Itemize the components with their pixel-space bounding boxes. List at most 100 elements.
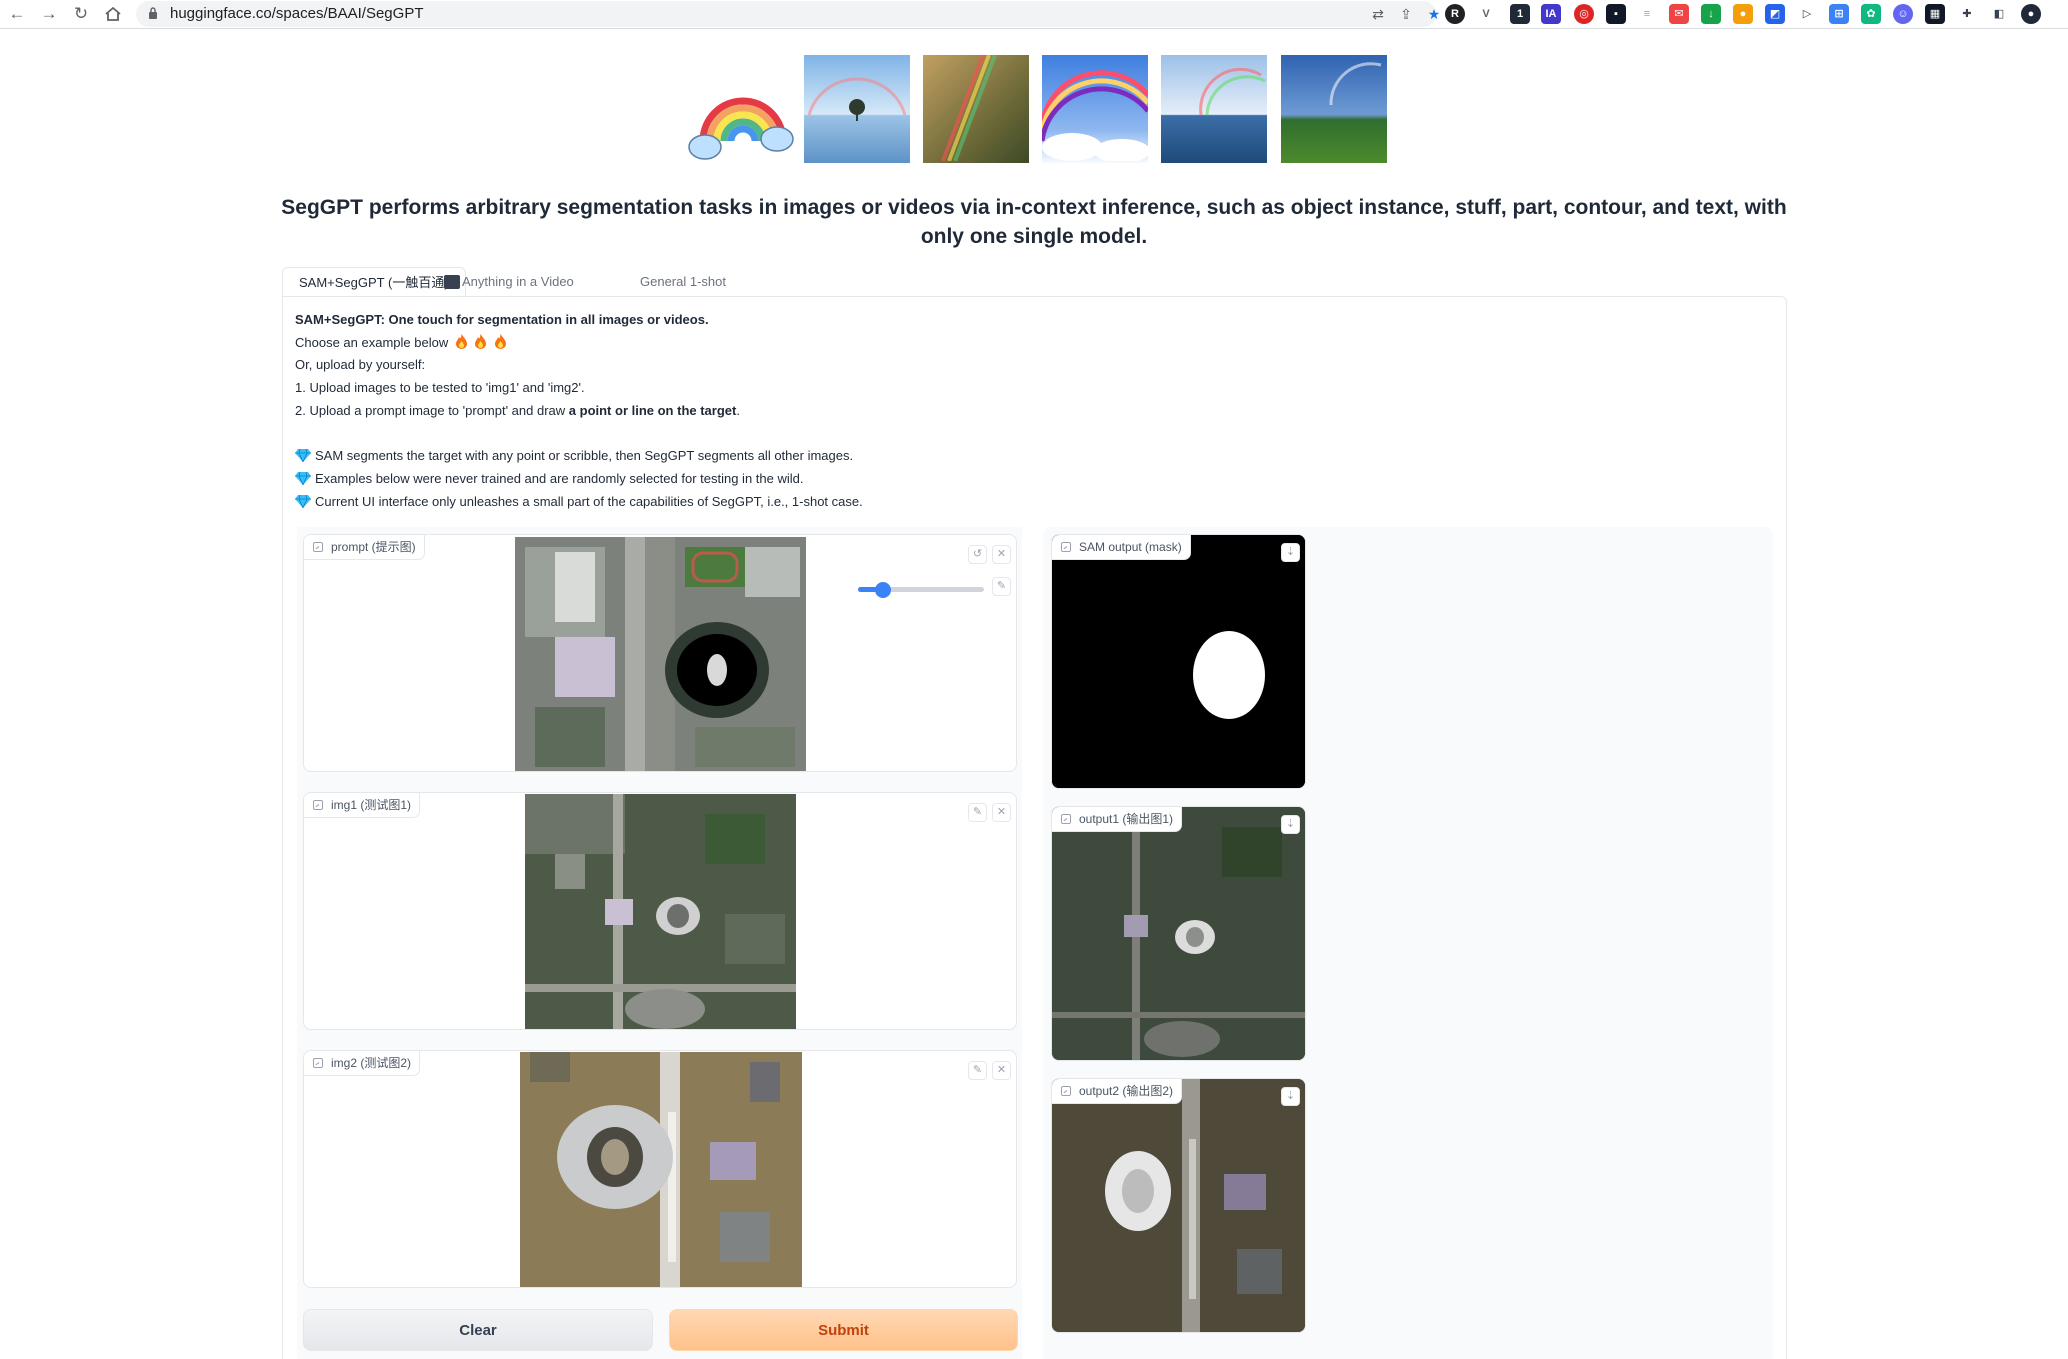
browser-toolbar: ← → ↻ huggingface.co/spaces/BAAI/SegGPT … — [0, 0, 2068, 29]
extension-grid-icon[interactable]: ⊞ — [1829, 4, 1849, 24]
output2-panel: output2 (输出图2) ⇣ — [1051, 1078, 1306, 1333]
extension-qr-icon[interactable]: ▦ — [1925, 4, 1945, 24]
output1-image — [1052, 807, 1305, 1060]
img1-image[interactable] — [525, 794, 796, 1029]
prompt-image[interactable] — [515, 537, 806, 771]
sam-mask-image — [1052, 535, 1305, 788]
close-icon[interactable]: ✕ — [992, 1061, 1011, 1080]
img1-label-text: img1 (测试图1) — [331, 798, 412, 812]
extension-crop-icon[interactable]: ◩ — [1765, 4, 1785, 24]
output2-label-text: output2 (输出图2) — [1079, 1084, 1174, 1098]
description-step2-bold: a point or line on the target — [568, 402, 737, 418]
banner-rainbow-tree — [804, 55, 910, 163]
clear-button[interactable]: Clear — [303, 1309, 653, 1351]
banner-rainbow-coast — [1281, 55, 1387, 163]
output2-label: output2 (输出图2) — [1052, 1079, 1183, 1104]
image-icon — [1061, 1086, 1071, 1096]
share-icon[interactable]: ⇪ — [1396, 4, 1416, 24]
img2-image[interactable] — [520, 1052, 802, 1287]
extension-r-icon[interactable]: R — [1445, 4, 1465, 24]
download-icon[interactable]: ⇣ — [1281, 543, 1300, 562]
close-icon[interactable]: ✕ — [992, 803, 1011, 822]
page-headline: SegGPT performs arbitrary segmentation t… — [281, 196, 1787, 248]
tab-general-1-shot[interactable]: General 1-shot — [624, 267, 742, 297]
prompt-label-text: prompt (提示图) — [331, 540, 416, 554]
submit-button[interactable]: Submit — [669, 1309, 1018, 1351]
prompt-panel[interactable]: prompt (提示图) ↺ ✕ ✎ — [303, 534, 1017, 772]
extension-1-icon[interactable]: 1 — [1510, 4, 1530, 24]
close-icon[interactable]: ✕ — [992, 545, 1011, 564]
extension-play-icon[interactable]: ▷ — [1797, 4, 1817, 24]
image-icon — [1061, 814, 1071, 824]
download-icon[interactable]: ⇣ — [1281, 1087, 1300, 1106]
image-icon — [1061, 542, 1071, 552]
translate-icon[interactable]: ⇄ — [1368, 4, 1388, 24]
profile-avatar[interactable]: ● — [2021, 4, 2041, 24]
img2-panel[interactable]: img2 (测试图2) ✎ ✕ — [303, 1050, 1017, 1288]
clapperboard-icon — [444, 275, 460, 289]
description-note2: Examples below were never trained and ar… — [315, 470, 804, 486]
gem-icon — [295, 449, 311, 463]
brush-icon[interactable]: ✎ — [992, 577, 1011, 596]
extension-red-icon[interactable]: ◎ — [1574, 4, 1594, 24]
tab-anything-in-a-video[interactable]: Anything in a Video — [444, 267, 590, 297]
undo-icon[interactable]: ↺ — [968, 545, 987, 564]
reload-icon[interactable]: ↻ — [70, 3, 92, 25]
gem-icon — [295, 494, 311, 508]
fire-icon — [495, 333, 507, 349]
sidepanel-icon[interactable]: ◧ — [1989, 4, 2009, 24]
banner-rainbow-field — [923, 54, 1029, 163]
extension-face-icon[interactable]: ☺ — [1893, 4, 1913, 24]
tab-sam-seggpt[interactable]: SAM+SegGPT (一触百通) — [282, 267, 466, 297]
tab-anything-in-a-video-label: Anything in a Video — [462, 274, 574, 289]
output1-panel: output1 (输出图1) ⇣ — [1051, 806, 1306, 1061]
banner-rainbow-sea — [1161, 55, 1267, 163]
extensions-puzzle-icon[interactable]: ✚ — [1957, 4, 1977, 24]
img2-label: img2 (测试图2) — [304, 1051, 421, 1076]
extension-github-icon[interactable]: ● — [1733, 4, 1753, 24]
description-upload: Or, upload by yourself: — [295, 357, 426, 373]
extension-list-icon[interactable]: ≡ — [1637, 4, 1657, 24]
output2-image — [1052, 1079, 1305, 1332]
banner-rainbow-clouds — [1039, 55, 1150, 163]
url-text: huggingface.co/spaces/BAAI/SegGPT — [170, 5, 424, 22]
description-step2-suffix: . — [736, 402, 740, 418]
prompt-label: prompt (提示图) — [304, 535, 425, 560]
description-title: SAM+SegGPT: One touch for segmentation i… — [295, 312, 709, 327]
extension-dark-icon[interactable]: ▪ — [1606, 4, 1626, 24]
home-icon[interactable] — [102, 3, 124, 25]
output1-label: output1 (输出图1) — [1052, 807, 1183, 832]
description-note3: Current UI interface only unleashes a sm… — [315, 493, 863, 509]
output1-label-text: output1 (输出图1) — [1079, 812, 1174, 826]
edit-icon[interactable]: ✎ — [968, 803, 987, 822]
download-icon[interactable]: ⇣ — [1281, 815, 1300, 834]
tab-bar: SAM+SegGPT (一触百通) Anything in a Video Ge… — [282, 267, 1787, 297]
sam-output-panel: SAM output (mask) ⇣ — [1051, 534, 1306, 789]
banner-rainbow-cartoon — [685, 55, 795, 163]
lock-icon — [149, 7, 157, 19]
extension-ia-icon[interactable]: IA — [1541, 4, 1561, 24]
extension-colors-icon[interactable]: ✿ — [1861, 4, 1881, 24]
gem-icon — [295, 471, 311, 485]
fire-icon — [475, 333, 487, 349]
sam-output-label-text: SAM output (mask) — [1079, 540, 1182, 554]
description-note1: SAM segments the target with any point o… — [315, 448, 854, 464]
slider-knob[interactable] — [875, 582, 892, 598]
image-icon — [313, 800, 323, 810]
bookmark-star-icon[interactable]: ★ — [1424, 4, 1444, 24]
forward-icon[interactable]: → — [38, 3, 60, 25]
edit-icon[interactable]: ✎ — [968, 1061, 987, 1080]
image-icon — [313, 1058, 323, 1068]
fire-icon — [455, 333, 467, 349]
address-bar[interactable]: huggingface.co/spaces/BAAI/SegGPT ⇄ ⇪ ★ — [136, 1, 1440, 27]
description: SAM+SegGPT: One touch for segmentation i… — [295, 309, 863, 513]
img1-panel[interactable]: img1 (测试图1) ✎ ✕ — [303, 792, 1017, 1030]
back-icon[interactable]: ← — [6, 3, 28, 25]
extension-download-icon[interactable]: ↓ — [1701, 4, 1721, 24]
description-choose: Choose an example below — [295, 334, 449, 350]
brush-size-slider[interactable] — [858, 580, 984, 600]
extension-v-icon[interactable]: V — [1476, 4, 1496, 24]
extension-chat-icon[interactable]: ✉ — [1669, 4, 1689, 24]
img1-label: img1 (测试图1) — [304, 793, 421, 818]
description-step2-prefix: 2. Upload a prompt image to 'prompt' and… — [295, 402, 569, 418]
